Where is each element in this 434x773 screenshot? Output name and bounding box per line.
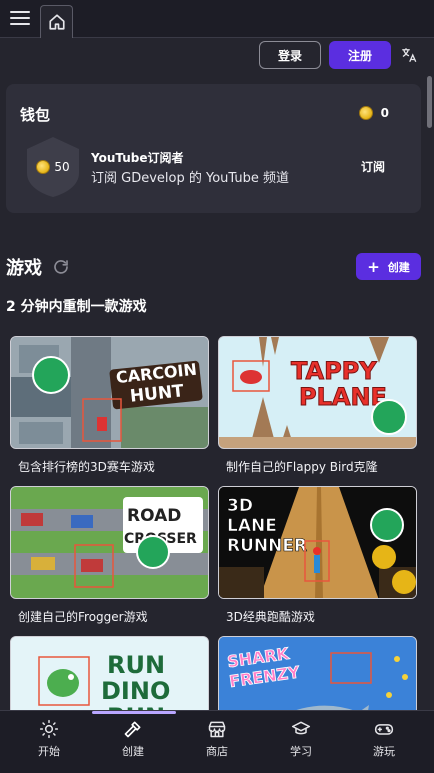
create-game-button[interactable]: + 创建	[356, 253, 421, 280]
game-thumbnail: TAPPY PLANE	[218, 336, 417, 449]
home-icon	[48, 14, 65, 30]
svg-text:3D: 3D	[227, 496, 253, 516]
reward-badge: 50	[25, 136, 81, 198]
coin-icon	[358, 106, 373, 120]
svg-text:TAPPY: TAPPY	[291, 357, 377, 385]
wallet-panel: 钱包 0 50 YouTube订阅者 订阅 GDevelop 的 YouTube…	[6, 84, 421, 213]
games-title: 游戏	[6, 258, 42, 279]
game-card-lane-runner[interactable]: 3D LANE RUNNER 3D经典跑酷游戏	[218, 486, 417, 625]
refresh-icon[interactable]	[52, 258, 70, 276]
game-thumbnail: CARCOIN HUNT	[10, 336, 209, 449]
svg-text:PLANE: PLANE	[299, 383, 387, 411]
coin-icon	[36, 160, 51, 174]
plus-icon: +	[367, 257, 380, 276]
subscribe-button[interactable]: 订阅	[361, 158, 385, 175]
signup-button[interactable]: 注册	[329, 41, 391, 69]
store-icon	[208, 721, 226, 738]
home-tab[interactable]	[40, 5, 73, 38]
nav-item-start[interactable]: 开始	[19, 719, 79, 759]
youtube-reward-description: 订阅 GDevelop 的 YouTube 频道	[91, 171, 289, 186]
game-card-label: 包含排行榜的3D赛车游戏	[18, 460, 155, 474]
game-thumbnail: ROAD CROSSER	[10, 486, 209, 599]
game-card-label: 3D经典跑酷游戏	[226, 610, 315, 624]
nav-label: 创建	[122, 745, 144, 758]
nav-label: 开始	[38, 745, 60, 758]
wallet-coin-balance: 0	[358, 106, 389, 120]
bottom-navigation: 开始 创建 商店 学习 游玩	[0, 710, 434, 773]
hammer-icon	[124, 721, 141, 738]
remix-section-title: 2 分钟内重制一款游戏	[6, 299, 147, 315]
coin-count: 0	[380, 106, 389, 120]
game-card-label: 创建自己的Frogger游戏	[18, 610, 148, 624]
nav-label: 商店	[206, 745, 228, 758]
graduation-cap-icon	[291, 721, 311, 735]
game-card-carcoin-hunt[interactable]: CARCOIN HUNT 包含排行榜的3D赛车游戏	[10, 336, 209, 475]
svg-text:DINO: DINO	[101, 677, 170, 705]
active-tab-indicator	[92, 711, 176, 714]
svg-text:ROAD: ROAD	[127, 506, 181, 526]
svg-text:LANE: LANE	[227, 516, 277, 536]
top-bar	[0, 0, 434, 38]
youtube-reward-title: YouTube订阅者	[91, 151, 184, 165]
game-thumbnail: 3D LANE RUNNER	[218, 486, 417, 599]
gamepad-icon	[374, 724, 394, 735]
game-card-road-crosser[interactable]: ROAD CROSSER 创建自己的Frogger游戏	[10, 486, 209, 625]
wallet-title: 钱包	[20, 106, 51, 124]
game-card-tappy-plane[interactable]: TAPPY PLANE 制作自己的Flappy Bird克隆	[218, 336, 417, 475]
game-card-label: 制作自己的Flappy Bird克隆	[226, 460, 378, 474]
auth-bar: 登录 注册	[0, 38, 434, 74]
nav-item-store[interactable]: 商店	[187, 719, 247, 759]
nav-label: 学习	[290, 745, 312, 758]
badge-coin-amount: 50	[54, 160, 70, 174]
translate-icon[interactable]	[400, 46, 418, 64]
nav-label: 游玩	[373, 745, 395, 758]
nav-item-learn[interactable]: 学习	[271, 719, 331, 759]
svg-text:RUN: RUN	[107, 651, 165, 679]
create-label: 创建	[387, 260, 410, 274]
svg-text:RUNNER: RUNNER	[227, 536, 307, 556]
nav-item-create[interactable]: 创建	[103, 719, 163, 759]
nav-item-play[interactable]: 游玩	[354, 719, 414, 759]
login-button[interactable]: 登录	[259, 41, 321, 69]
hamburger-menu-icon[interactable]	[10, 11, 30, 27]
sun-icon	[39, 719, 59, 739]
games-header: 游戏	[6, 254, 70, 280]
scrollbar[interactable]	[427, 76, 432, 128]
